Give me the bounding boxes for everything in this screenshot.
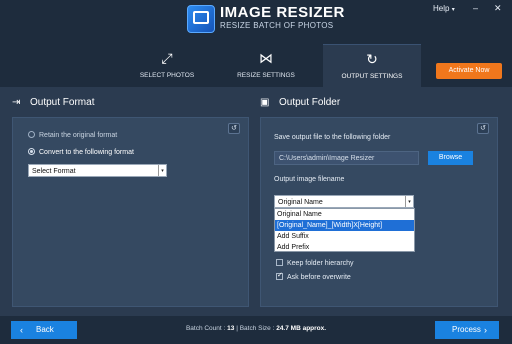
ask-overwrite-checkbox[interactable] [276,271,283,280]
batch-separator: | [236,325,238,332]
dropdown-option[interactable]: [Original_Name]_[Width]X[Height] [275,220,414,231]
bowtie-icon: ⋈ [259,50,273,66]
chevron-down-icon: ▾ [405,196,413,207]
tab-select-photos[interactable]: ⤢ SELECT PHOTOS [118,44,216,87]
batch-count-value: 13 [227,325,235,332]
dropdown-option[interactable]: Add Suffix [275,231,414,242]
save-folder-label: Save output file to the following folder [274,134,391,141]
refresh-cycle-icon: ↻ [366,51,378,67]
retain-format-label: Retain the original format [39,132,118,139]
output-format-panel [12,117,249,307]
dropdown-option[interactable]: Original Name [275,209,414,220]
filename-select[interactable]: Original Name ▾ [274,195,414,208]
batch-size-value: 24.7 MB approx. [276,325,327,332]
minimize-button[interactable]: – [473,3,478,13]
batch-size-label: Batch Size : [239,325,275,332]
keep-hierarchy-label: Keep folder hierarchy [287,260,354,267]
tab-label: RESIZE SETTINGS [237,72,295,79]
convert-format-option[interactable]: Convert to the following format [28,148,134,156]
ask-overwrite-option[interactable]: Ask before overwrite [276,271,351,281]
chevron-down-icon: ▾ [451,7,455,13]
help-label: Help [433,4,450,13]
output-format-title: Output Format [30,97,95,108]
output-folder-icon: ▣ [260,97,270,108]
help-menu[interactable]: Help ▾ [433,4,455,13]
radio-retain[interactable] [28,131,35,138]
footer-bar: ‹ Back Batch Count : 13 | Batch Size : 2… [0,316,512,344]
tab-label: OUTPUT SETTINGS [341,73,403,80]
ask-overwrite-label: Ask before overwrite [287,274,351,281]
reset-format-button[interactable]: ↺ [228,123,240,134]
output-folder-title: Output Folder [279,97,341,108]
process-label: Process [452,325,481,334]
keep-hierarchy-option[interactable]: Keep folder hierarchy [276,259,354,267]
app-title: IMAGE RESIZER [220,4,345,21]
activate-now-button[interactable]: Activate Now [436,63,502,79]
output-path-input[interactable]: C:\Users\admin\Image Resizer [274,151,419,165]
process-button[interactable]: Process › [435,321,499,339]
app-subtitle: RESIZE BATCH OF PHOTOS [220,21,334,30]
filename-select-value: Original Name [278,199,323,206]
resize-arrows-icon: ⤢ [161,50,173,66]
dropdown-option[interactable]: Add Prefix [275,242,414,253]
retain-format-option[interactable]: Retain the original format [28,131,117,139]
app-logo-icon [187,5,215,33]
tab-label: SELECT PHOTOS [139,72,195,79]
tab-resize-settings[interactable]: ⋈ RESIZE SETTINGS [217,44,315,87]
keep-hierarchy-checkbox[interactable] [276,259,283,266]
filename-label: Output image filename [274,176,345,183]
radio-convert[interactable] [28,148,35,155]
chevron-right-icon: › [484,325,487,335]
app-header: IMAGE RESIZER RESIZE BATCH OF PHOTOS Hel… [0,0,512,87]
tab-output-settings[interactable]: ↻ OUTPUT SETTINGS [323,44,421,87]
chevron-down-icon: ▾ [158,165,166,176]
close-button[interactable]: ✕ [494,3,502,14]
format-select[interactable]: Select Format ▾ [28,164,167,177]
reset-folder-button[interactable]: ↺ [477,123,489,134]
browse-button[interactable]: Browse [428,151,473,165]
output-format-icon: ⇥ [12,97,21,108]
filename-dropdown-list: Original Name [Original_Name]_[Width]X[H… [274,208,415,252]
convert-format-label: Convert to the following format [39,149,134,156]
batch-count-label: Batch Count : [185,325,226,332]
format-select-value: Select Format [32,168,76,175]
